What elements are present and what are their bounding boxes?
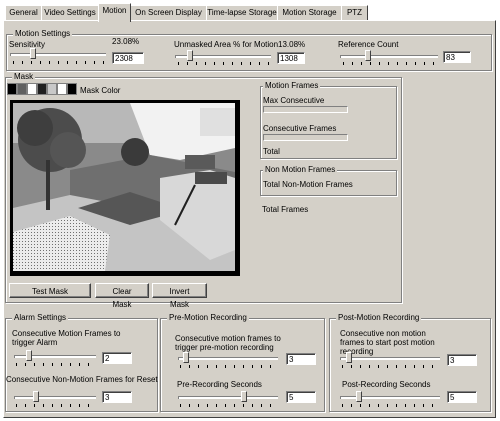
reference-count-slider-ticks xyxy=(343,62,437,65)
consecutive-frames-bar xyxy=(263,134,348,141)
motion-frames-title: Motion Frames xyxy=(263,81,321,91)
mask-color-label: Mask Color xyxy=(80,86,121,95)
reference-count-slider-track xyxy=(340,55,438,58)
alarm-non-motion-reset-input[interactable] xyxy=(102,391,132,403)
alarm-non-motion-reset-label: Consecutive Non-Motion Frames for Reset xyxy=(6,375,158,384)
alarm-consecutive-motion-input[interactable] xyxy=(102,352,132,364)
pre-recording-seconds-ticks xyxy=(180,404,278,407)
pre-motion-consecutive-thumb[interactable] xyxy=(183,352,189,363)
clear-mask-button[interactable]: Clear Mask xyxy=(95,283,149,309)
tab-motion-storage[interactable]: Motion Storage xyxy=(277,5,342,20)
sensitivity-percent: 23.08% xyxy=(112,37,140,46)
reference-count-slider-thumb[interactable] xyxy=(365,50,371,61)
mask-color-swatch[interactable] xyxy=(27,83,37,95)
pre-motion-consecutive-label: Consecutive motion frames to trigger pre… xyxy=(175,334,281,352)
alarm-non-motion-reset-ticks xyxy=(16,404,96,407)
alarm-non-motion-reset-thumb[interactable] xyxy=(33,391,39,402)
non-motion-frames-title: Non Motion Frames xyxy=(263,165,338,175)
pre-motion-consecutive-input[interactable] xyxy=(286,353,316,365)
mask-color-swatch[interactable] xyxy=(47,83,57,95)
sensitivity-slider-ticks xyxy=(13,61,105,64)
tab-general[interactable]: General xyxy=(5,5,42,20)
mask-title: Mask xyxy=(12,72,36,82)
pre-motion-consecutive-ticks xyxy=(180,365,278,368)
motion-total-label: Total xyxy=(263,147,280,156)
max-consecutive-bar xyxy=(263,106,348,113)
mask-color-swatch[interactable] xyxy=(37,83,47,95)
sensitivity-slider-track xyxy=(10,53,106,56)
unmasked-area-percent: 13.08% xyxy=(278,40,306,49)
post-motion-consecutive-label: Consecutive non motion frames to start p… xyxy=(340,329,435,356)
tab-time-lapse-storage[interactable]: Time-lapse Storage xyxy=(206,5,278,20)
sensitivity-label: Sensitivity xyxy=(9,40,46,49)
post-recording-seconds-ticks xyxy=(342,404,440,407)
post-recording-seconds-thumb[interactable] xyxy=(356,391,362,402)
alarm-consecutive-motion-thumb[interactable] xyxy=(26,350,32,361)
sensitivity-input[interactable] xyxy=(112,52,144,64)
post-motion-consecutive-input[interactable] xyxy=(447,354,477,366)
tab-on-screen-display[interactable]: On Screen Display xyxy=(130,5,207,20)
motion-settings-title: Motion Settings xyxy=(13,29,73,39)
tab-motion[interactable]: Motion xyxy=(98,3,131,22)
pre-recording-seconds-thumb[interactable] xyxy=(241,391,247,402)
mask-color-swatch[interactable] xyxy=(7,83,17,95)
pre-recording-seconds-input[interactable] xyxy=(286,391,316,403)
unmasked-area-input[interactable] xyxy=(277,52,305,64)
alarm-non-motion-reset-track xyxy=(14,396,96,399)
post-motion-consecutive-thumb[interactable] xyxy=(346,352,352,363)
camera-preview-image[interactable] xyxy=(10,100,240,276)
pre-motion-consecutive-track xyxy=(178,357,278,360)
tab-video-settings[interactable]: Video Settings xyxy=(41,5,99,20)
alarm-consecutive-motion-ticks xyxy=(16,363,96,366)
total-frames-label: Total Frames xyxy=(262,205,309,214)
alarm-settings-title: Alarm Settings xyxy=(12,313,69,323)
post-recording-seconds-track xyxy=(340,396,440,399)
reference-count-label: Reference Count xyxy=(338,40,399,49)
pre-recording-seconds-label: Pre-Recording Seconds xyxy=(177,380,262,389)
mask-color-swatch[interactable] xyxy=(17,83,27,95)
unmasked-area-slider-thumb[interactable] xyxy=(187,50,193,61)
invert-mask-button[interactable]: Invert Mask xyxy=(152,283,207,309)
unmasked-area-label: Unmasked Area % for Motion xyxy=(174,40,279,49)
total-non-motion-label: Total Non-Motion Frames xyxy=(263,180,353,189)
post-motion-consecutive-track xyxy=(340,357,440,360)
pre-recording-seconds-track xyxy=(178,396,278,399)
mask-color-swatch[interactable] xyxy=(67,83,77,95)
test-mask-button[interactable]: Test Mask xyxy=(9,283,91,298)
post-motion-recording-title: Post-Motion Recording xyxy=(336,313,422,323)
pre-motion-recording-title: Pre-Motion Recording xyxy=(167,313,249,323)
max-consecutive-label: Max Consecutive xyxy=(263,96,325,105)
mask-color-swatch[interactable] xyxy=(57,83,67,95)
post-motion-consecutive-ticks xyxy=(342,365,440,368)
sensitivity-slider-thumb[interactable] xyxy=(30,48,36,59)
consecutive-frames-label: Consecutive Frames xyxy=(263,124,337,133)
unmasked-area-slider-ticks xyxy=(178,62,270,65)
post-recording-seconds-input[interactable] xyxy=(447,391,477,403)
tab-ptz[interactable]: PTZ xyxy=(341,5,368,20)
post-recording-seconds-label: Post-Recording Seconds xyxy=(342,380,431,389)
camera-preview-frame xyxy=(10,100,240,276)
reference-count-input[interactable] xyxy=(443,51,471,63)
alarm-consecutive-motion-label: Consecutive Motion Frames to trigger Ala… xyxy=(12,329,121,347)
